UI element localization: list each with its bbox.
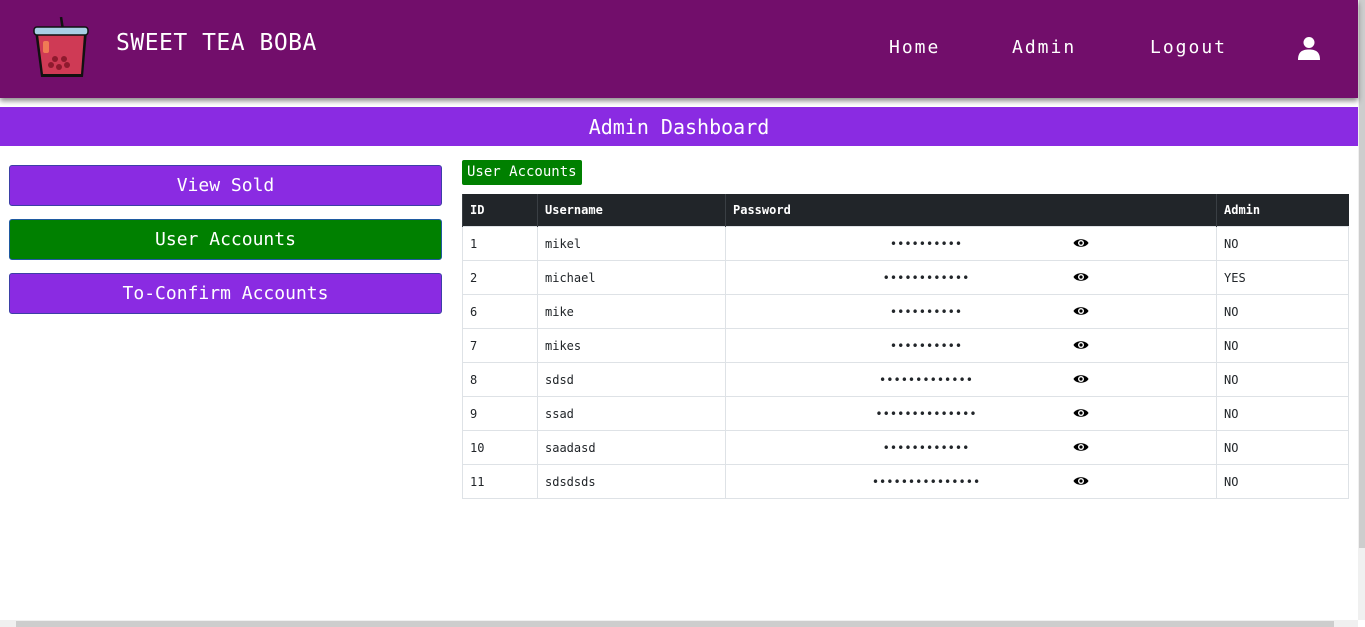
eye-icon[interactable] <box>1073 441 1089 453</box>
cell-id: 2 <box>462 260 538 295</box>
column-header-id: ID <box>462 194 538 227</box>
top-navbar: SWEET TEA BOBA Home Admin Logout <box>0 0 1358 98</box>
cell-admin: NO <box>1216 294 1349 329</box>
cell-admin: YES <box>1216 260 1349 295</box>
cell-password: •••••••••••• <box>725 260 1217 295</box>
brand-name: SWEET TEA BOBA <box>116 30 317 56</box>
cell-id: 11 <box>462 464 538 499</box>
cell-admin: NO <box>1216 226 1349 261</box>
password-mask: •••••••••••••• <box>875 406 977 421</box>
password-mask: •••••••••• <box>889 236 963 251</box>
eye-icon[interactable] <box>1073 475 1089 487</box>
table-row: 2 michael •••••••••••• YES <box>462 260 1349 295</box>
boba-cup-icon <box>33 17 89 77</box>
password-mask: ••••••••••••••• <box>871 474 981 489</box>
cell-username: ssad <box>537 396 726 431</box>
vertical-scrollbar-thumb[interactable] <box>1359 0 1365 548</box>
cell-username: mikel <box>537 226 726 261</box>
section-label: User Accounts <box>462 160 582 185</box>
eye-icon[interactable] <box>1073 373 1089 385</box>
cell-username: mikes <box>537 328 726 363</box>
password-mask: ••••••••••••• <box>879 372 973 387</box>
eye-icon[interactable] <box>1073 305 1089 317</box>
cell-password: •••••••••• <box>725 294 1217 329</box>
nav-admin-link[interactable]: Admin <box>1012 37 1076 58</box>
nav-logout-link[interactable]: Logout <box>1150 37 1227 58</box>
cell-admin: NO <box>1216 362 1349 397</box>
user-accounts-table: ID Username Password Admin 1 mikel •••••… <box>462 194 1349 499</box>
eye-icon[interactable] <box>1073 339 1089 351</box>
table-header-row: ID Username Password Admin <box>462 194 1349 227</box>
password-mask: •••••••••• <box>889 338 963 353</box>
cell-password: •••••••••• <box>725 226 1217 261</box>
cell-id: 7 <box>462 328 538 363</box>
cell-admin: NO <box>1216 396 1349 431</box>
column-header-admin: Admin <box>1216 194 1349 227</box>
table-row: 6 mike •••••••••• NO <box>462 294 1349 329</box>
cell-password: •••••••••••••• <box>725 396 1217 431</box>
password-mask: •••••••••• <box>889 304 963 319</box>
eye-icon[interactable] <box>1073 271 1089 283</box>
admin-dashboard-banner: Admin Dashboard <box>0 107 1358 146</box>
cell-admin: NO <box>1216 464 1349 499</box>
table-row: 9 ssad •••••••••••••• NO <box>462 396 1349 431</box>
column-header-username: Username <box>537 194 726 227</box>
eye-icon[interactable] <box>1073 407 1089 419</box>
password-mask: •••••••••••• <box>882 270 970 285</box>
cell-id: 10 <box>462 430 538 465</box>
table-row: 1 mikel •••••••••• NO <box>462 226 1349 261</box>
cell-admin: NO <box>1216 328 1349 363</box>
column-header-password: Password <box>725 194 1217 227</box>
cell-id: 8 <box>462 362 538 397</box>
cell-password: •••••••••••• <box>725 430 1217 465</box>
cell-username: saadasd <box>537 430 726 465</box>
nav-home-link[interactable]: Home <box>889 37 940 58</box>
cell-username: sdsd <box>537 362 726 397</box>
table-row: 8 sdsd ••••••••••••• NO <box>462 362 1349 397</box>
eye-icon[interactable] <box>1073 237 1089 249</box>
cell-username: sdsdsds <box>537 464 726 499</box>
user-accounts-button[interactable]: User Accounts <box>9 219 442 260</box>
table-row: 11 sdsdsds ••••••••••••••• NO <box>462 464 1349 499</box>
user-icon[interactable] <box>1298 36 1320 60</box>
cell-password: •••••••••• <box>725 328 1217 363</box>
view-sold-button[interactable]: View Sold <box>9 165 442 206</box>
cell-password: ••••••••••••••• <box>725 464 1217 499</box>
cell-username: michael <box>537 260 726 295</box>
table-row: 10 saadasd •••••••••••• NO <box>462 430 1349 465</box>
cell-username: mike <box>537 294 726 329</box>
password-mask: •••••••••••• <box>882 440 970 455</box>
cell-id: 9 <box>462 396 538 431</box>
table-row: 7 mikes •••••••••• NO <box>462 328 1349 363</box>
horizontal-scrollbar-thumb[interactable] <box>16 621 1334 627</box>
to-confirm-accounts-button[interactable]: To-Confirm Accounts <box>9 273 442 314</box>
cell-id: 1 <box>462 226 538 261</box>
page-title: Admin Dashboard <box>588 114 770 139</box>
cell-id: 6 <box>462 294 538 329</box>
cell-password: ••••••••••••• <box>725 362 1217 397</box>
cell-admin: NO <box>1216 430 1349 465</box>
